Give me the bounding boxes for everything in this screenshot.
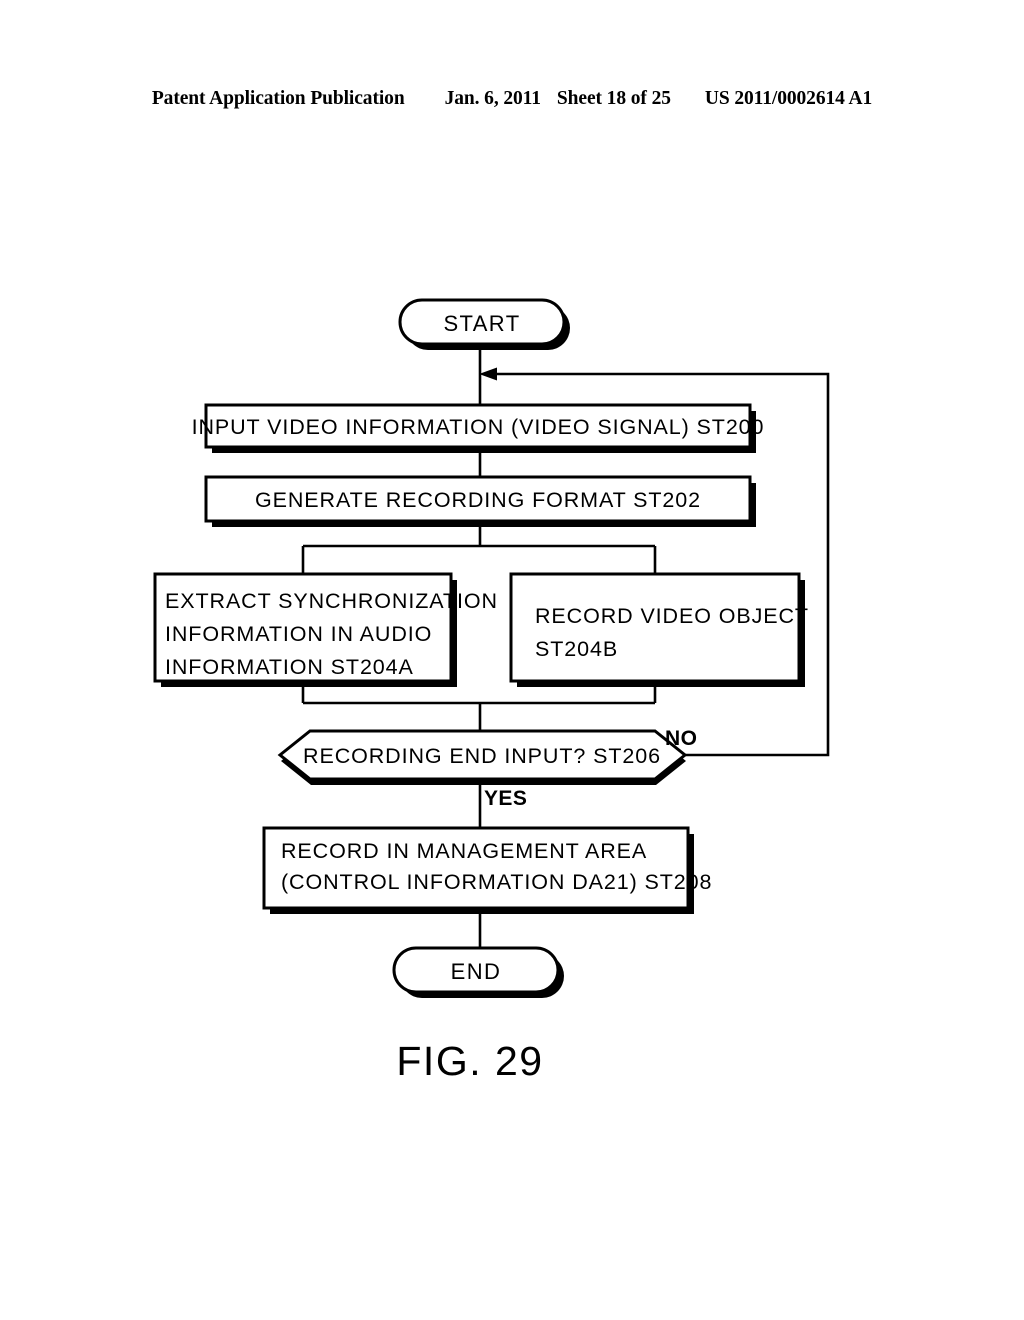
node-st208: RECORD IN MANAGEMENT AREA (CONTROL INFOR… — [262, 826, 712, 914]
node-st204a-line3: INFORMATION ST204A — [165, 655, 414, 679]
node-start: START — [398, 298, 570, 350]
node-st208-line2: (CONTROL INFORMATION DA21) ST208 — [281, 870, 712, 894]
node-end: END — [392, 946, 564, 998]
node-end-label: END — [451, 959, 502, 984]
node-st206: RECORDING END INPUT? ST206 — [277, 729, 688, 785]
sheet-number: Sheet 18 of 25 — [556, 88, 671, 109]
node-st204b-line1: RECORD VIDEO OBJECT — [535, 604, 809, 628]
node-st202-label: GENERATE RECORDING FORMAT ST202 — [255, 488, 701, 512]
edge-label-yes: YES — [484, 787, 527, 810]
node-st202: GENERATE RECORDING FORMAT ST202 — [204, 475, 756, 527]
node-st204b: RECORD VIDEO OBJECT ST204B — [509, 572, 809, 687]
patent-drawing-page: Patent Application Publication Jan. 6, 2… — [0, 0, 1024, 1320]
node-st204a: EXTRACT SYNCHRONIZATION INFORMATION IN A… — [153, 572, 498, 687]
node-st204b-line2: ST204B — [535, 637, 618, 661]
node-st208-line1: RECORD IN MANAGEMENT AREA — [281, 839, 647, 863]
node-st204a-line2: INFORMATION IN AUDIO — [165, 622, 432, 646]
feedback-arrowhead-icon — [479, 367, 497, 381]
publication-title: Patent Application Publication — [151, 88, 405, 109]
edge-label-no: NO — [665, 727, 697, 750]
figure-caption: FIG. 29 — [396, 1038, 543, 1084]
flowchart-figure: START INPUT VIDEO INFORMATION (VIDEO SIG… — [0, 0, 1024, 1320]
publication-date: Jan. 6, 2011 — [444, 88, 541, 109]
node-st200-label: INPUT VIDEO INFORMATION (VIDEO SIGNAL) S… — [192, 415, 765, 439]
connector-layer — [301, 345, 830, 948]
connector-st206-no-feedback — [487, 372, 830, 757]
patent-number: US 2011/0002614 A1 — [704, 88, 873, 109]
node-start-label: START — [443, 311, 520, 336]
node-st200: INPUT VIDEO INFORMATION (VIDEO SIGNAL) S… — [192, 403, 765, 453]
node-st206-label: RECORDING END INPUT? ST206 — [303, 744, 661, 768]
node-st204a-line1: EXTRACT SYNCHRONIZATION — [165, 589, 498, 613]
publication-header: Patent Application Publication Jan. 6, 2… — [0, 88, 1024, 110]
